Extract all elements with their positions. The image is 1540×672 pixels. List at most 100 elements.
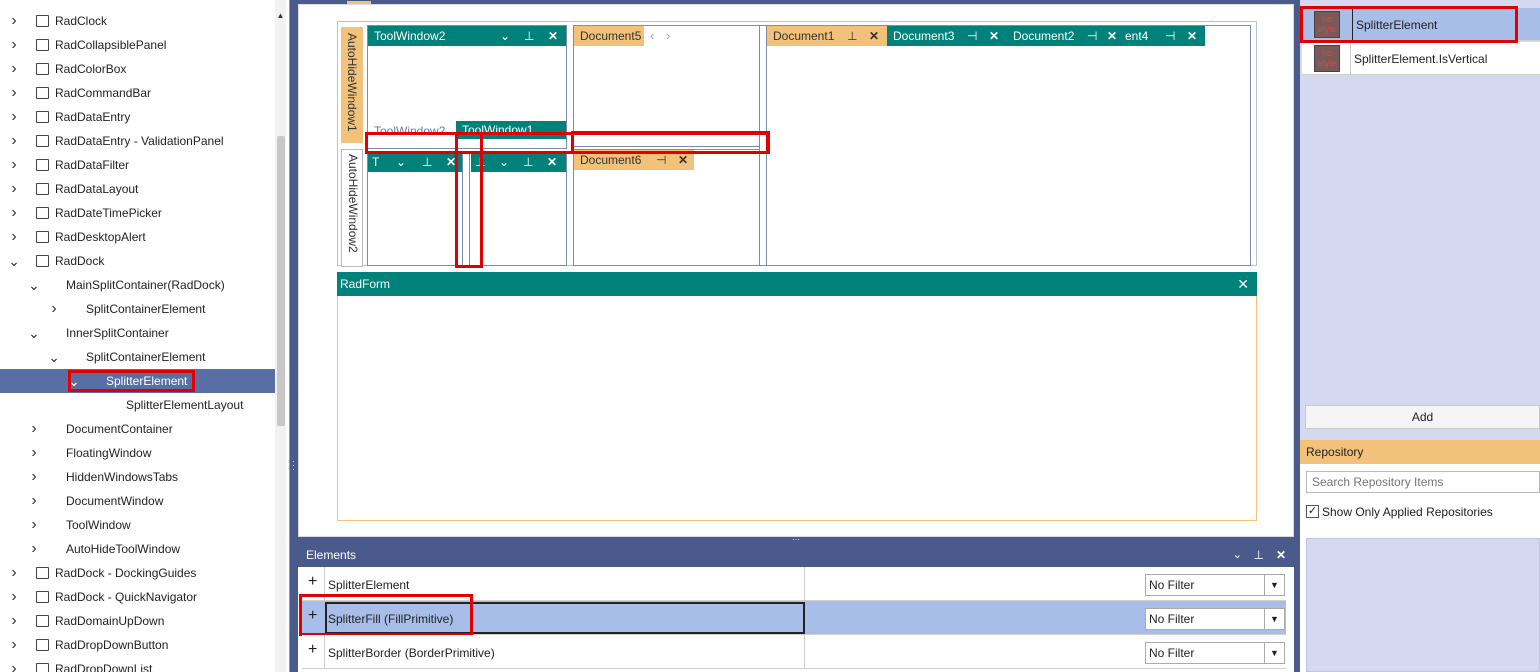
close-icon[interactable]: ✕ <box>446 152 456 172</box>
chevron-right-icon[interactable]: › <box>7 33 21 57</box>
chevron-right-icon[interactable]: › <box>27 537 41 561</box>
chevron-left-icon[interactable]: ‹ <box>650 28 654 43</box>
style-row[interactable]: no style SplitterElement.IsVertical <box>1302 42 1540 75</box>
chevron-right-icon[interactable]: › <box>7 201 21 225</box>
tree-item[interactable]: ⌄ InnerSplitContainer <box>0 321 275 345</box>
chevron-right-icon[interactable]: › <box>7 225 21 249</box>
document3-tab[interactable]: Document3 ⊣ ✕ <box>887 26 1007 46</box>
pin-icon[interactable]: ⊣ <box>656 150 666 170</box>
close-icon[interactable]: ✕ <box>1187 26 1197 46</box>
toolwindow2-titlebar[interactable]: ToolWindow2 ⌄ ⊥ ✕ <box>368 26 566 46</box>
tree-item[interactable]: ⌄ MainSplitContainer(RadDock) <box>0 273 275 297</box>
chevron-down-icon[interactable]: ⌄ <box>47 345 61 369</box>
element-row-selected[interactable]: + SplitterFill (FillPrimitive) No Filter… <box>299 594 1286 636</box>
close-icon[interactable]: ✕ <box>869 26 879 46</box>
close-icon[interactable]: ✕ <box>1276 543 1286 567</box>
chevron-right-icon[interactable]: › <box>7 9 21 33</box>
dropdown-arrow-icon[interactable]: ▼ <box>1264 643 1284 663</box>
tree-item[interactable]: › RadDropDownButton <box>0 633 275 657</box>
scroll-up-icon[interactable]: ▲ <box>276 12 285 20</box>
element-filter-select[interactable]: No Filter ▼ <box>1145 642 1285 664</box>
element-filter-select[interactable]: No Filter ▼ <box>1145 574 1285 596</box>
tree-scrollbar-thumb[interactable] <box>277 136 285 426</box>
chevron-right-icon[interactable]: › <box>7 561 21 585</box>
left-splitter-grip-icon[interactable]: · · · <box>292 458 296 474</box>
document1-tab[interactable]: Document1 ⊥ ✕ <box>767 26 887 46</box>
dropdown-arrow-icon[interactable]: ▼ <box>1264 609 1284 629</box>
pin-icon[interactable]: ⊣ <box>1087 26 1097 46</box>
close-icon[interactable]: ✕ <box>1107 26 1117 46</box>
lower-toolwindow-titlebar-left[interactable]: T ⌄ ⊥ ✕ <box>368 152 462 172</box>
tree-item[interactable]: › RadDateTimePicker <box>0 201 275 225</box>
tree-item[interactable]: › RadDock - DockingGuides <box>0 561 275 585</box>
chevron-down-icon[interactable]: ⌄ <box>67 369 81 393</box>
tree-item[interactable]: ⌄ SplitterElement <box>0 369 275 393</box>
chevron-right-icon[interactable]: › <box>7 105 21 129</box>
document2-tab[interactable]: Document2 ⊣ ✕ ent4 ⊣ ✕ <box>1007 26 1205 46</box>
chevron-right-icon[interactable]: › <box>27 465 41 489</box>
pin-icon[interactable]: ⊥ <box>523 152 533 172</box>
pin-icon[interactable]: ⊥ <box>524 26 534 46</box>
chevron-right-icon[interactable]: › <box>7 153 21 177</box>
close-icon[interactable]: ✕ <box>547 152 557 172</box>
chevron-right-icon[interactable]: › <box>7 81 21 105</box>
chevron-down-icon[interactable]: ⌄ <box>27 273 41 297</box>
tree-item[interactable]: › DocumentWindow <box>0 489 275 513</box>
add-button[interactable]: Add <box>1305 405 1540 429</box>
chevron-down-icon[interactable]: ⌄ <box>7 249 21 273</box>
pin-icon[interactable]: ⊥ <box>847 26 857 46</box>
chevron-right-icon[interactable]: › <box>27 441 41 465</box>
tree-item[interactable]: › FloatingWindow <box>0 441 275 465</box>
chevron-down-icon[interactable]: ⌄ <box>500 26 510 46</box>
chevron-right-icon[interactable]: › <box>27 417 41 441</box>
chevron-right-icon[interactable]: › <box>666 28 670 43</box>
toolwindow1-tab[interactable]: ToolWindow1 <box>456 121 566 139</box>
chevron-right-icon[interactable]: › <box>47 297 61 321</box>
chevron-right-icon[interactable]: › <box>7 657 21 672</box>
chevron-right-icon[interactable]: › <box>7 585 21 609</box>
chevron-right-icon[interactable]: › <box>7 129 21 153</box>
chevron-right-icon[interactable]: › <box>27 513 41 537</box>
tree-item[interactable]: › RadCollapsiblePanel <box>0 33 275 57</box>
tree-item[interactable]: › RadCommandBar <box>0 81 275 105</box>
chevron-right-icon[interactable]: › <box>7 633 21 657</box>
dropdown-arrow-icon[interactable]: ▼ <box>1264 575 1284 595</box>
autohide-window1-tab[interactable]: AutoHideWindow1 <box>341 27 363 143</box>
tree-item[interactable]: › RadDock - QuickNavigator <box>0 585 275 609</box>
tree-item[interactable]: › DocumentContainer <box>0 417 275 441</box>
pin-icon[interactable]: ⊣ <box>1165 26 1175 46</box>
repository-search-input[interactable] <box>1306 471 1540 493</box>
element-row[interactable]: + SplitterBorder (BorderPrimitive) No Fi… <box>302 635 1286 669</box>
tree-item[interactable]: › RadDataEntry <box>0 105 275 129</box>
document5-tab[interactable]: Document5 <box>574 26 644 46</box>
tree-item[interactable]: › AutoHideToolWindow <box>0 537 275 561</box>
close-icon[interactable]: ✕ <box>1237 272 1249 296</box>
element-filter-select[interactable]: No Filter ▼ <box>1145 608 1285 630</box>
chevron-right-icon[interactable]: › <box>7 57 21 81</box>
tree-item[interactable]: › SplitContainerElement <box>0 297 275 321</box>
expand-plus-icon[interactable]: + <box>308 641 317 659</box>
chevron-down-icon[interactable]: ⌄ <box>27 321 41 345</box>
tree-item[interactable]: › RadDataLayout <box>0 177 275 201</box>
chevron-right-icon[interactable]: › <box>7 177 21 201</box>
chevron-down-icon[interactable]: ⌄ <box>1233 543 1242 567</box>
chevron-down-icon[interactable]: ⌄ <box>396 152 406 172</box>
tree-item[interactable]: ⌄ RadDock <box>0 249 275 273</box>
chevron-right-icon[interactable]: › <box>27 489 41 513</box>
tree-item[interactable]: SplitterElementLayout <box>0 393 275 417</box>
pin-icon[interactable]: ⊥ <box>422 152 432 172</box>
tree-item[interactable]: › RadClock <box>0 9 275 33</box>
radform-titlebar[interactable]: RadForm ✕ <box>337 272 1257 296</box>
chevron-down-icon[interactable]: ⌄ <box>499 152 509 172</box>
tree-item[interactable]: › RadDesktopAlert <box>0 225 275 249</box>
chevron-right-icon[interactable]: › <box>7 609 21 633</box>
autohide-window2-tab[interactable]: AutoHideWindow2 <box>341 149 363 267</box>
tree-item[interactable]: › HiddenWindowsTabs <box>0 465 275 489</box>
tree-item[interactable]: › RadDataEntry - ValidationPanel <box>0 129 275 153</box>
close-icon[interactable]: ✕ <box>678 150 688 170</box>
expand-plus-icon[interactable]: + <box>308 573 317 591</box>
expand-plus-icon[interactable]: + <box>308 607 317 625</box>
style-row-selected[interactable]: no style SplitterElement <box>1302 8 1540 41</box>
show-applied-checkbox[interactable]: ✓ <box>1306 505 1319 518</box>
element-row[interactable]: + SplitterElement No Filter ▼ <box>302 567 1286 601</box>
